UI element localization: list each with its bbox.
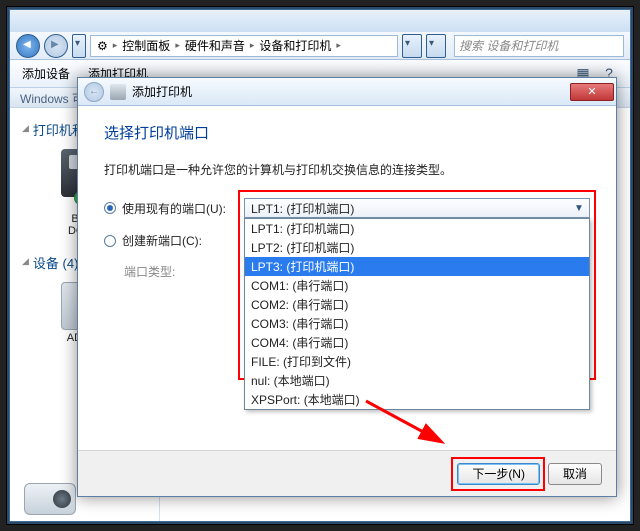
port-combo-wrap: LPT1: (打印机端口) ▼ LPT1: (打印机端口)LPT2: (打印机端… bbox=[244, 198, 590, 218]
port-option[interactable]: XPSPort: (本地端口) bbox=[245, 390, 589, 409]
address-bar[interactable]: ⚙ ▸ 控制面板 ▸ 硬件和声音 ▸ 设备和打印机 ▸ bbox=[90, 35, 398, 57]
close-button[interactable]: ✕ bbox=[570, 83, 614, 101]
chevron-down-icon: ▼ bbox=[571, 203, 587, 214]
navigation-bar: ⚙ ▸ 控制面板 ▸ 硬件和声音 ▸ 设备和打印机 ▸ 搜索 设备和打印机 bbox=[10, 32, 630, 60]
dialog-titlebar: ← 添加打印机 ✕ bbox=[78, 78, 616, 106]
port-option[interactable]: LPT3: (打印机端口) bbox=[245, 257, 589, 276]
port-option[interactable]: COM1: (串行端口) bbox=[245, 276, 589, 295]
refresh-button[interactable] bbox=[426, 34, 446, 58]
radio-label: 创建新端口(C): bbox=[122, 232, 202, 249]
port-option[interactable]: LPT1: (打印机端口) bbox=[245, 219, 589, 238]
port-dropdown-list[interactable]: LPT1: (打印机端口)LPT2: (打印机端口)LPT3: (打印机端口)C… bbox=[244, 218, 590, 410]
radio-icon bbox=[104, 235, 116, 247]
collapse-icon: ◢ bbox=[22, 256, 29, 267]
nav-history-dropdown[interactable] bbox=[72, 34, 86, 58]
dialog-title: 添加打印机 bbox=[132, 83, 192, 100]
outer-frame: ⚙ ▸ 控制面板 ▸ 硬件和声音 ▸ 设备和打印机 ▸ 搜索 设备和打印机 添加… bbox=[6, 6, 634, 525]
port-option[interactable]: COM4: (串行端口) bbox=[245, 333, 589, 352]
address-dropdown[interactable] bbox=[402, 34, 422, 58]
port-combo[interactable]: LPT1: (打印机端口) ▼ bbox=[244, 198, 590, 218]
nav-forward-button[interactable] bbox=[44, 34, 68, 58]
collapse-icon: ◢ bbox=[22, 123, 29, 134]
radio-label: 使用现有的端口(U): bbox=[122, 200, 226, 217]
radio-create-new[interactable]: 创建新端口(C): bbox=[104, 232, 244, 249]
dialog-heading: 选择打印机端口 bbox=[104, 122, 590, 143]
breadcrumb-seg-2[interactable]: 硬件和声音 bbox=[183, 37, 247, 54]
breadcrumb-seg-3[interactable]: 设备和打印机 bbox=[257, 37, 333, 54]
breadcrumb-icon: ⚙ bbox=[95, 39, 110, 53]
port-option[interactable]: FILE: (打印到文件) bbox=[245, 352, 589, 371]
radio-icon bbox=[104, 202, 116, 214]
chevron-right-icon: ▸ bbox=[247, 40, 258, 51]
add-printer-dialog: ← 添加打印机 ✕ 选择打印机端口 打印机端口是一种允许您的计算机与打印机交换信… bbox=[77, 77, 617, 497]
camera-device-icon[interactable] bbox=[24, 483, 76, 515]
window-titlebar bbox=[10, 10, 630, 32]
dialog-footer: 下一步(N) 取消 bbox=[78, 450, 616, 496]
port-option[interactable]: COM2: (串行端口) bbox=[245, 295, 589, 314]
toolbar-add-device[interactable]: 添加设备 bbox=[22, 65, 70, 82]
chevron-right-icon: ▸ bbox=[110, 40, 121, 51]
printer-icon bbox=[110, 84, 126, 100]
chevron-right-icon: ▸ bbox=[172, 40, 183, 51]
next-button[interactable]: 下一步(N) bbox=[457, 463, 540, 485]
dialog-back-button[interactable]: ← bbox=[84, 82, 104, 102]
combo-value: LPT1: (打印机端口) bbox=[251, 200, 354, 217]
dialog-body: 选择打印机端口 打印机端口是一种允许您的计算机与打印机交换信息的连接类型。 使用… bbox=[78, 106, 616, 280]
search-placeholder: 搜索 设备和打印机 bbox=[459, 37, 558, 54]
dialog-description: 打印机端口是一种允许您的计算机与打印机交换信息的连接类型。 bbox=[104, 161, 590, 178]
chevron-right-icon: ▸ bbox=[333, 40, 344, 51]
option-row-existing: 使用现有的端口(U): LPT1: (打印机端口) ▼ LPT1: (打印机端口… bbox=[104, 198, 590, 218]
search-input[interactable]: 搜索 设备和打印机 bbox=[454, 35, 624, 57]
category-text: Windows 可 bbox=[20, 92, 84, 106]
port-option[interactable]: LPT2: (打印机端口) bbox=[245, 238, 589, 257]
breadcrumb-seg-1[interactable]: 控制面板 bbox=[120, 37, 172, 54]
port-option[interactable]: nul: (本地端口) bbox=[245, 371, 589, 390]
port-option[interactable]: COM3: (串行端口) bbox=[245, 314, 589, 333]
port-type-label: 端口类型: bbox=[104, 263, 244, 280]
radio-use-existing[interactable]: 使用现有的端口(U): bbox=[104, 200, 244, 217]
nav-back-button[interactable] bbox=[16, 34, 40, 58]
cancel-button[interactable]: 取消 bbox=[548, 463, 602, 485]
